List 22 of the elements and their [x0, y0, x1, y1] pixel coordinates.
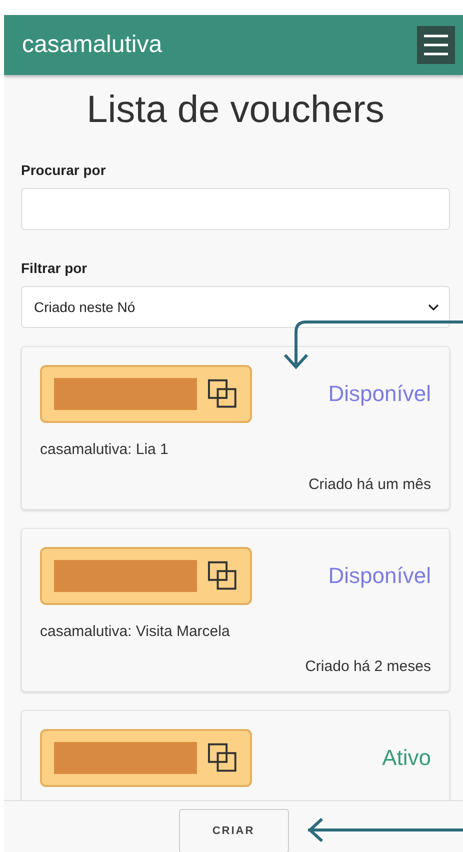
copy-icon[interactable] — [206, 560, 238, 592]
menu-button[interactable] — [417, 26, 455, 64]
brand-name[interactable]: casamalutiva — [22, 31, 162, 59]
voucher-status: Disponível — [328, 563, 431, 589]
created-date: Criado há 2 meses — [304, 658, 431, 675]
voucher-status: Disponível — [328, 381, 431, 407]
voucher-name: casamalutiva: Visita Marcela — [40, 623, 231, 640]
search-field[interactable] — [21, 188, 450, 230]
chevron-icon — [428, 304, 439, 310]
copy-icon[interactable] — [206, 378, 238, 410]
voucher-card[interactable]: Disponível casamalutiva: Lia 1 Criado há um mês — [21, 346, 450, 510]
created-date: Criado há um mês — [307, 476, 431, 493]
field-label: Filtrar por — [21, 260, 88, 276]
voucher-name: casamalutiva: Lia 1 — [40, 441, 170, 458]
menu-icon — [424, 34, 448, 56]
voucher-status: Ativo — [382, 745, 431, 771]
voucher-card[interactable]: Disponível casamalutiva: Visita Marcela Criado há 2 meses — [21, 528, 450, 692]
page-title: Lista de vouchers — [86, 89, 386, 132]
field-label: Procurar por — [21, 162, 107, 178]
filter-select[interactable]: Criado neste Nó — [21, 286, 450, 328]
copy-icon[interactable] — [206, 742, 238, 774]
create-button[interactable]: CRIAR — [178, 809, 288, 852]
